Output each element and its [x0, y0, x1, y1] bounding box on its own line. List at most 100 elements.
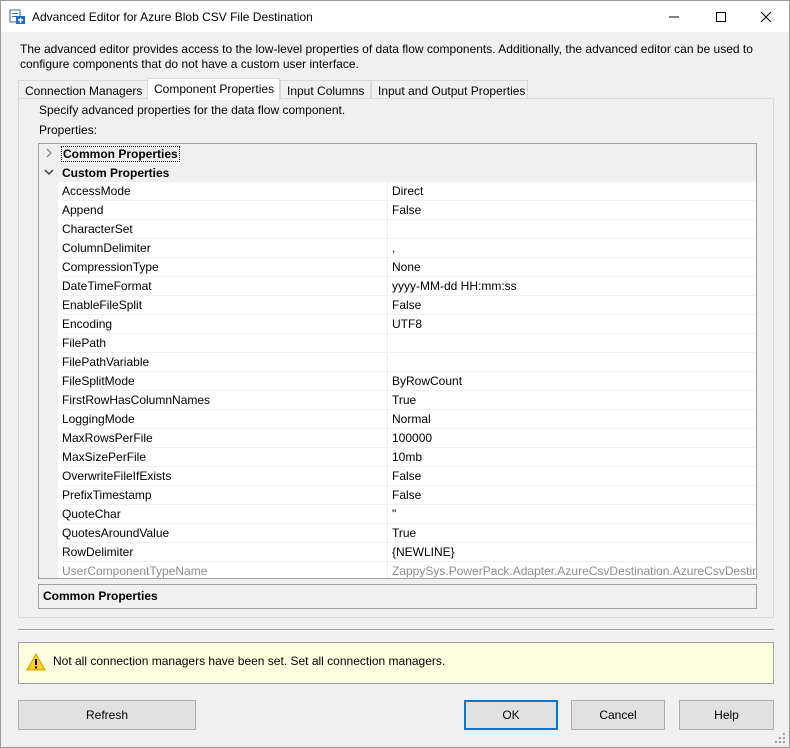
- row-gutter: [39, 353, 58, 372]
- row-gutter: [39, 410, 58, 429]
- property-value[interactable]: yyyy-MM-dd HH:mm:ss: [389, 277, 756, 296]
- property-name: QuoteChar: [62, 505, 388, 524]
- property-row-maxsizeperfile[interactable]: MaxSizePerFile 10mb: [39, 448, 756, 467]
- category-common-properties[interactable]: Common Properties: [39, 144, 756, 163]
- row-gutter: [39, 315, 58, 334]
- property-value[interactable]: 100000: [389, 429, 756, 448]
- property-grid[interactable]: Common Properties Custom Properties Acce…: [38, 143, 757, 579]
- property-row-enablefilesplit[interactable]: EnableFileSplit False: [39, 296, 756, 315]
- tab-label: Connection Managers: [25, 84, 143, 98]
- property-name: EnableFileSplit: [62, 296, 388, 315]
- property-value[interactable]: ByRowCount: [389, 372, 756, 391]
- resize-grip-icon[interactable]: [774, 732, 786, 744]
- property-name: CompressionType: [62, 258, 388, 277]
- property-value[interactable]: None: [389, 258, 756, 277]
- minimize-button[interactable]: [651, 1, 697, 32]
- property-row-loggingmode[interactable]: LoggingMode Normal: [39, 410, 756, 429]
- property-value[interactable]: [389, 220, 756, 239]
- ok-button[interactable]: OK: [464, 700, 558, 730]
- property-value[interactable]: True: [389, 391, 756, 410]
- tab-label: Component Properties: [154, 82, 275, 96]
- row-gutter: [39, 258, 58, 277]
- advanced-editor-window: Advanced Editor for Azure Blob CSV File …: [0, 0, 790, 748]
- title-bar: Advanced Editor for Azure Blob CSV File …: [1, 1, 789, 32]
- property-name: Append: [62, 201, 388, 220]
- category-custom-properties[interactable]: Custom Properties: [39, 163, 756, 182]
- property-value[interactable]: UTF8: [389, 315, 756, 334]
- property-name: UserComponentTypeName: [62, 562, 388, 578]
- tab-input-output-properties[interactable]: Input and Output Properties: [371, 80, 528, 100]
- component-properties-panel: Specify advanced properties for the data…: [18, 98, 774, 618]
- property-value[interactable]: [389, 353, 756, 372]
- row-gutter: [39, 467, 58, 486]
- property-row-prefixtimestamp[interactable]: PrefixTimestamp False: [39, 486, 756, 505]
- property-row-filepathvariable[interactable]: FilePathVariable: [39, 353, 756, 372]
- row-gutter: [39, 562, 58, 578]
- tab-component-properties[interactable]: Component Properties: [147, 78, 280, 100]
- row-gutter: [39, 505, 58, 524]
- panel-description: Specify advanced properties for the data…: [39, 103, 346, 117]
- property-row-maxrowsperfile[interactable]: MaxRowsPerFile 100000: [39, 429, 756, 448]
- property-name: AccessMode: [62, 182, 388, 201]
- tab-connection-managers[interactable]: Connection Managers: [18, 80, 148, 100]
- property-row-characterset[interactable]: CharacterSet: [39, 220, 756, 239]
- close-icon: [760, 11, 772, 22]
- property-value[interactable]: False: [389, 486, 756, 505]
- tab-input-columns[interactable]: Input Columns: [280, 80, 371, 100]
- row-gutter: [39, 334, 58, 353]
- property-value[interactable]: False: [389, 296, 756, 315]
- close-button[interactable]: [743, 1, 789, 32]
- property-row-filepath[interactable]: FilePath: [39, 334, 756, 353]
- chevron-right-icon[interactable]: [43, 147, 55, 159]
- property-row-encoding[interactable]: Encoding UTF8: [39, 315, 756, 334]
- row-gutter: [39, 391, 58, 410]
- property-value[interactable]: [389, 334, 756, 353]
- property-value[interactable]: False: [389, 201, 756, 220]
- row-gutter: [39, 220, 58, 239]
- property-row-accessmode[interactable]: AccessMode Direct: [39, 182, 756, 201]
- property-row-quotesaroundvalue[interactable]: QuotesAroundValue True: [39, 524, 756, 543]
- property-name: Encoding: [62, 315, 388, 334]
- chevron-down-icon[interactable]: [43, 166, 55, 178]
- property-row-columndelimiter[interactable]: ColumnDelimiter,: [39, 239, 756, 258]
- help-button[interactable]: Help: [679, 700, 774, 730]
- maximize-button[interactable]: [698, 1, 744, 32]
- category-label: Common Properties: [61, 146, 180, 162]
- property-name: MaxRowsPerFile: [62, 429, 388, 448]
- property-row-quotechar[interactable]: QuoteChar ": [39, 505, 756, 524]
- property-row-datetimeformat[interactable]: DateTimeFormat yyyy-MM-dd HH:mm:ss: [39, 277, 756, 296]
- property-name: PrefixTimestamp: [62, 486, 388, 505]
- property-name: LoggingMode: [62, 410, 388, 429]
- property-row-compressiontype[interactable]: CompressionType None: [39, 258, 756, 277]
- minimize-icon: [669, 16, 679, 17]
- property-name: FirstRowHasColumnNames: [62, 391, 388, 410]
- cancel-button[interactable]: Cancel: [571, 700, 665, 730]
- refresh-button[interactable]: Refresh: [18, 700, 196, 730]
- warning-bar: Not all connection managers have been se…: [18, 642, 774, 684]
- app-icon: [9, 9, 25, 24]
- property-row-rowdelimiter[interactable]: RowDelimiter {NEWLINE}: [39, 543, 756, 562]
- property-help-box: Common Properties: [38, 584, 757, 609]
- divider: [18, 629, 774, 631]
- property-value[interactable]: False: [389, 467, 756, 486]
- property-value[interactable]: ,: [389, 239, 756, 258]
- property-row-usercomponenttypename[interactable]: UserComponentTypeName ZappySys.PowerPack.…: [39, 562, 756, 578]
- property-row-append[interactable]: Append False: [39, 201, 756, 220]
- warning-text: Not all connection managers have been se…: [53, 654, 446, 668]
- property-row-overwritefileifexists[interactable]: OverwriteFileIfExists False: [39, 467, 756, 486]
- property-name: FilePath: [62, 334, 388, 353]
- property-row-filesplitmode[interactable]: FileSplitMode ByRowCount: [39, 372, 756, 391]
- property-value[interactable]: Normal: [389, 410, 756, 429]
- help-title: Common Properties: [43, 589, 158, 603]
- tab-label: Input and Output Properties: [378, 84, 526, 98]
- property-value[interactable]: {NEWLINE}: [389, 543, 756, 562]
- property-value: ZappySys.PowerPack.Adapter.AzureCsvDesti…: [389, 562, 756, 578]
- property-value[interactable]: Direct: [389, 182, 756, 201]
- property-value[interactable]: 10mb: [389, 448, 756, 467]
- property-name: MaxSizePerFile: [62, 448, 388, 467]
- property-row-firstrowhascolumnnames[interactable]: FirstRowHasColumnNames True: [39, 391, 756, 410]
- row-gutter: [39, 182, 58, 201]
- property-value[interactable]: ": [389, 505, 756, 524]
- property-name: CharacterSet: [62, 220, 388, 239]
- property-value[interactable]: True: [389, 524, 756, 543]
